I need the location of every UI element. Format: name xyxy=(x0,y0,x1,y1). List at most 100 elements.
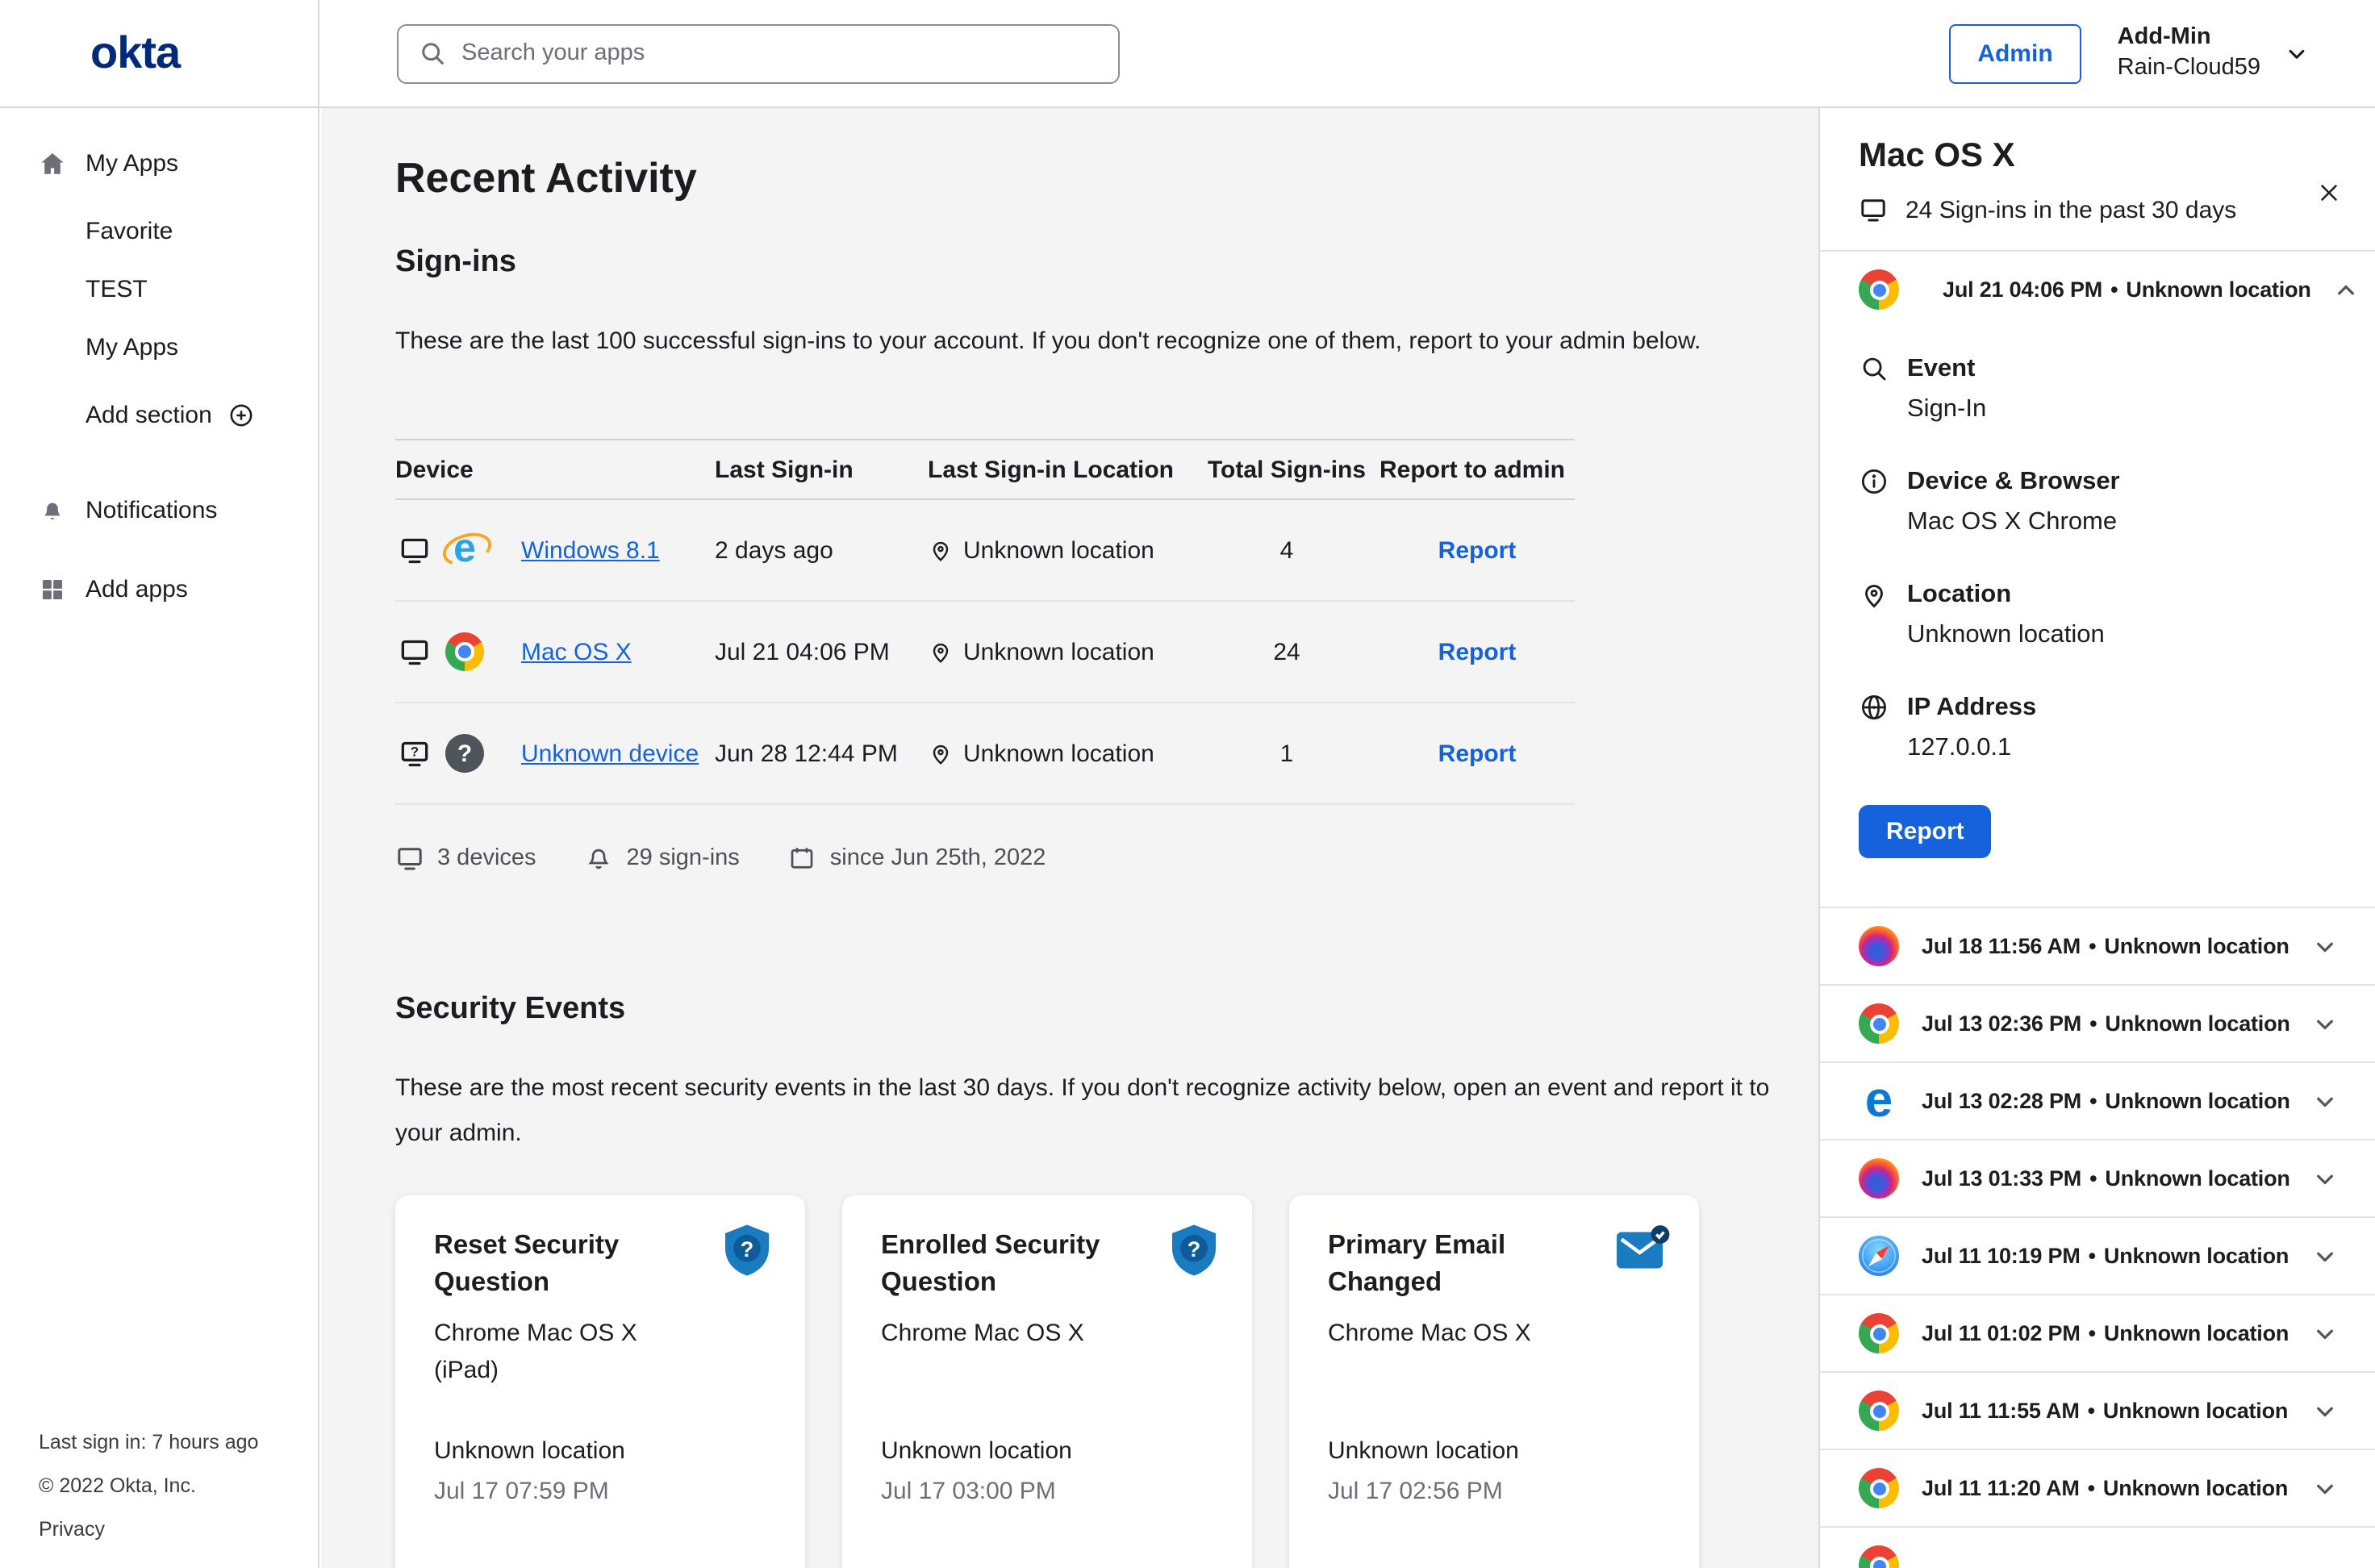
copyright-text: © 2022 Okta, Inc. xyxy=(39,1465,258,1508)
signin-entry[interactable]: Jul 11 11:20 AM•Unknown location xyxy=(1820,1450,2375,1528)
sidebar-item-my-apps-2[interactable]: My Apps xyxy=(0,327,318,366)
device-link[interactable]: Unknown device xyxy=(521,740,699,767)
account-info: Add-Min Rain-Cloud59 xyxy=(2118,23,2260,83)
report-link[interactable]: Report xyxy=(1438,536,1517,564)
report-link[interactable]: Report xyxy=(1438,638,1517,665)
signins-summary: 3 devices 29 sign-ins since Jun 25th, 20… xyxy=(395,844,1818,873)
sidebar-item-add-apps[interactable]: Add apps xyxy=(0,569,318,608)
chevron-down-icon[interactable] xyxy=(2310,1319,2340,1348)
monitor-icon xyxy=(1859,195,1888,224)
chrome-icon xyxy=(445,632,484,671)
info-icon xyxy=(1859,466,1889,497)
signins-description: These are the last 100 successful sign-i… xyxy=(395,319,1759,365)
signin-entry[interactable]: Jul 11 10:19 PM•Unknown location xyxy=(1820,1218,2375,1295)
signin-entry-expanded[interactable]: Jul 21 04:06 PM•Unknown location xyxy=(1820,252,2375,327)
col-last-signin: Last Sign-in xyxy=(715,456,928,483)
signin-entry[interactable]: Jul 13 02:36 PM•Unknown location xyxy=(1820,986,2375,1063)
since-date: since Jun 25th, 2022 xyxy=(788,844,1046,873)
signin-entry[interactable]: Jul 11 01:02 PM•Unknown location xyxy=(1820,1295,2375,1373)
event-location: Unknown location xyxy=(881,1437,1072,1465)
privacy-link[interactable]: Privacy xyxy=(39,1508,258,1552)
chevron-down-icon[interactable] xyxy=(2310,1241,2340,1270)
signin-entry[interactable]: Jul 18 11:56 AM•Unknown location xyxy=(1820,908,2375,986)
since-date-label: since Jun 25th, 2022 xyxy=(830,845,1046,871)
account-name: Add-Min xyxy=(2118,23,2260,53)
admin-button[interactable]: Admin xyxy=(1948,23,2081,83)
device-link[interactable]: Mac OS X xyxy=(521,638,632,665)
chevron-down-icon[interactable] xyxy=(2310,1009,2340,1038)
signin-entry[interactable]: Jul 13 02:28 PM•Unknown location xyxy=(1820,1063,2375,1141)
shield-question-icon: ? xyxy=(1165,1221,1223,1279)
entry-summary: Jul 11 11:55 AM•Unknown location xyxy=(1922,1399,2288,1423)
svg-text:?: ? xyxy=(741,1237,754,1261)
event-time: Jul 17 03:00 PM xyxy=(881,1478,1056,1505)
close-icon[interactable] xyxy=(2315,179,2343,206)
chevron-up-icon[interactable] xyxy=(2332,275,2361,304)
unknown-device-icon: ? xyxy=(399,737,431,769)
detail-location: Location Unknown location xyxy=(1859,579,2336,650)
chevron-down-icon[interactable] xyxy=(2310,1396,2340,1425)
chevron-down-icon[interactable] xyxy=(2310,1086,2340,1116)
chevron-down-icon[interactable] xyxy=(2283,40,2310,67)
total-signins-value: 1 xyxy=(1194,740,1380,767)
sidebar-item-notifications[interactable]: Notifications xyxy=(0,490,318,529)
okta-dashboard: okta Admin Add-Min Rain-Cloud59 xyxy=(0,0,2375,1568)
logo-area: okta xyxy=(0,0,319,106)
firefox-icon xyxy=(1859,1158,1899,1199)
total-signins-value: 4 xyxy=(1194,536,1380,564)
sidebar-item-test[interactable]: TEST xyxy=(0,269,318,308)
okta-logo[interactable]: okta xyxy=(90,27,180,79)
sidebar-item-add-section[interactable]: Add section xyxy=(0,395,318,434)
location-pin-icon xyxy=(928,740,954,766)
plus-circle-icon xyxy=(228,401,256,428)
col-location: Last Sign-in Location xyxy=(928,456,1194,483)
safari-icon xyxy=(1859,1236,1899,1276)
chevron-down-icon[interactable] xyxy=(2310,1164,2340,1193)
chrome-icon xyxy=(1859,1313,1899,1353)
sidebar-item-label: My Apps xyxy=(86,149,178,177)
security-events-description: These are the most recent security event… xyxy=(395,1066,1818,1157)
top-right: Admin Add-Min Rain-Cloud59 xyxy=(1948,23,2375,83)
signins-heading: Sign-ins xyxy=(395,245,1818,281)
device-link[interactable]: Windows 8.1 xyxy=(521,536,660,564)
entry-summary: Jul 11 10:19 PM•Unknown location xyxy=(1922,1244,2289,1268)
table-row: Windows 8.1 2 days ago Unknown location … xyxy=(395,500,1575,602)
signins-table: Device Last Sign-in Last Sign-in Locatio… xyxy=(395,439,1575,805)
report-link[interactable]: Report xyxy=(1438,740,1517,767)
firefox-icon xyxy=(1859,926,1899,966)
device-detail-panel: Mac OS X 24 Sign-ins in the past 30 days… xyxy=(1818,108,2375,1568)
magnifier-icon xyxy=(1859,353,1889,384)
detail-value: Unknown location xyxy=(1907,621,2336,650)
col-report: Report to admin xyxy=(1380,456,1575,483)
last-signin-value: Jun 28 12:44 PM xyxy=(715,740,928,767)
main-content: Recent Activity Sign-ins These are the l… xyxy=(321,108,1818,1568)
detail-device-browser: Device & Browser Mac OS X Chrome xyxy=(1859,466,2336,537)
detail-event: Event Sign-In xyxy=(1859,353,2336,424)
devices-count-label: 3 devices xyxy=(437,845,536,871)
signin-entry[interactable]: Jul 13 01:33 PM•Unknown location xyxy=(1820,1141,2375,1218)
event-location: Unknown location xyxy=(1328,1437,1519,1465)
search-icon xyxy=(418,39,447,68)
sidebar-item-label: My Apps xyxy=(86,333,178,361)
page-title: Recent Activity xyxy=(395,153,1818,203)
mail-check-icon xyxy=(1612,1221,1670,1279)
report-button[interactable]: Report xyxy=(1859,805,1992,858)
bell-icon xyxy=(585,844,614,873)
entry-details: Event Sign-In Device & Browser Mac OS X … xyxy=(1820,327,2375,908)
table-row: ? Unknown device Jun 28 12:44 PM Unknown… xyxy=(395,703,1575,805)
top-bar: okta Admin Add-Min Rain-Cloud59 xyxy=(0,0,2375,108)
signins-count-label: 29 sign-ins xyxy=(627,845,740,871)
signin-entry-partial[interactable] xyxy=(1820,1528,2375,1568)
chrome-icon xyxy=(1859,1468,1899,1508)
search-input[interactable] xyxy=(461,40,1099,66)
signin-entry[interactable]: Jul 11 11:55 AM•Unknown location xyxy=(1820,1373,2375,1450)
chevron-down-icon[interactable] xyxy=(2310,932,2340,961)
home-icon xyxy=(39,149,66,177)
event-device: Chrome Mac OS X xyxy=(881,1315,1213,1352)
chevron-down-icon[interactable] xyxy=(2310,1474,2340,1503)
panel-title: Mac OS X xyxy=(1859,137,2336,176)
last-signin-value: 2 days ago xyxy=(715,536,928,564)
account-menu[interactable]: Add-Min Rain-Cloud59 xyxy=(2118,23,2310,83)
sidebar-item-favorite[interactable]: Favorite xyxy=(0,211,318,250)
sidebar-item-my-apps[interactable]: My Apps xyxy=(0,144,318,182)
